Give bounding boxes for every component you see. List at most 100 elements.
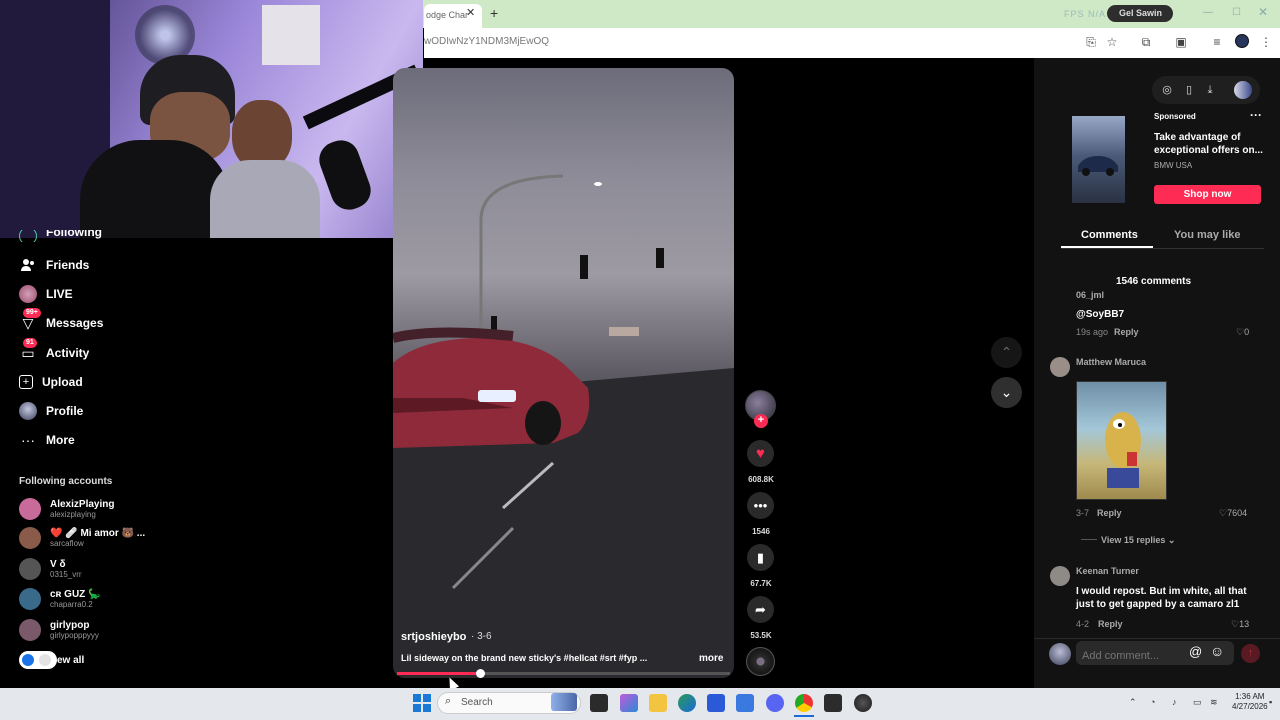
- like-button[interactable]: ♥: [747, 440, 774, 467]
- chevron-up-icon[interactable]: ⌃: [1129, 697, 1137, 708]
- wifi-icon[interactable]: ≋: [1210, 697, 1218, 708]
- new-tab-icon[interactable]: +: [490, 5, 498, 21]
- extensions-icon[interactable]: ⧉: [1139, 35, 1153, 49]
- comment-like-button[interactable]: ♡7604: [1219, 508, 1247, 519]
- browser-avatar[interactable]: [1235, 34, 1249, 48]
- sidebar-item-following[interactable]: Following: [19, 230, 102, 242]
- follow-plus-icon[interactable]: +: [754, 414, 768, 428]
- task-view-icon[interactable]: [590, 694, 608, 712]
- caption-more-link[interactable]: more: [699, 653, 723, 664]
- avatar[interactable]: [1050, 357, 1070, 377]
- shop-now-button[interactable]: Shop now: [1154, 185, 1261, 204]
- display-icon[interactable]: ▭: [1193, 697, 1202, 708]
- comment-image[interactable]: [1076, 381, 1167, 500]
- emoji-icon[interactable]: ☺: [1210, 643, 1224, 659]
- comment-username[interactable]: Matthew Maruca: [1076, 357, 1146, 367]
- download-icon[interactable]: ⤓: [1203, 83, 1217, 97]
- view-all-link[interactable]: ew all: [57, 655, 84, 666]
- account-item[interactable]: AlexizPlaying alexizplaying: [19, 498, 114, 520]
- store-icon[interactable]: [707, 694, 725, 712]
- close-window-icon[interactable]: ✕: [1258, 5, 1268, 19]
- account-item[interactable]: girlypop girlypopppyyy: [19, 619, 99, 641]
- video-date: · 3-6: [471, 631, 492, 642]
- sound-disc-icon[interactable]: [746, 647, 775, 676]
- toggle-dot-icon: [22, 654, 34, 666]
- view-replies-button[interactable]: View 15 replies ⌄: [1101, 535, 1175, 546]
- webcam-overlay: [0, 0, 423, 238]
- compass-icon[interactable]: ◎: [1160, 83, 1174, 97]
- next-video-button[interactable]: ⌄: [991, 377, 1022, 408]
- browser-profile-chip[interactable]: Gel Sawin: [1107, 5, 1173, 22]
- video-progress-fill: [397, 672, 481, 675]
- network-status-icon[interactable]: ◔: [1150, 697, 1155, 707]
- comment-username[interactable]: 06_jml: [1076, 290, 1104, 300]
- sidebar-item-live[interactable]: LIVE: [19, 284, 73, 304]
- comment-time: 3-7: [1076, 508, 1090, 518]
- messages-icon: ▽ 99+: [19, 308, 41, 332]
- device-icon[interactable]: ▯: [1182, 83, 1196, 97]
- sidebar-item-upload[interactable]: + Upload: [19, 372, 83, 392]
- terminal-icon[interactable]: [824, 694, 842, 712]
- chrome-icon[interactable]: [795, 694, 813, 712]
- sidebar-item-activity[interactable]: ▭ 91 Activity: [19, 338, 89, 363]
- browser-menu-icon[interactable]: ⋮: [1259, 35, 1273, 49]
- search-icon: ⌕: [445, 695, 452, 707]
- previous-video-button[interactable]: ⌃: [991, 337, 1022, 368]
- tab-you-may-like[interactable]: You may like: [1174, 229, 1240, 241]
- ad-more-icon[interactable]: ···: [1250, 108, 1262, 122]
- bookmark-star-icon[interactable]: ☆: [1105, 35, 1119, 49]
- microphone-icon[interactable]: ♪: [1172, 697, 1177, 707]
- sidebar-item-messages[interactable]: ▽ 99+ Messages: [19, 308, 103, 333]
- messages-badge: 99+: [23, 308, 41, 318]
- account-item[interactable]: ❤️ 🩹 Mi amor 🐻 ... sarcaflow: [19, 527, 145, 549]
- file-explorer-icon[interactable]: [649, 694, 667, 712]
- activity-icon: ▭ 91: [19, 338, 37, 362]
- avatar: [19, 588, 41, 610]
- reply-button[interactable]: Reply: [1097, 508, 1122, 518]
- comment-like-button[interactable]: ♡13: [1231, 619, 1249, 630]
- sidebar-item-more[interactable]: ··· More: [19, 430, 75, 450]
- sidebar-item-friends[interactable]: Friends: [19, 255, 89, 275]
- user-avatar[interactable]: [1234, 81, 1252, 99]
- tab-comments[interactable]: Comments: [1081, 229, 1138, 241]
- comment-button[interactable]: •••: [747, 492, 774, 519]
- like-count: 608.8K: [748, 475, 774, 484]
- windows-start-icon[interactable]: [413, 694, 431, 712]
- heart-outline-icon: ♡: [1236, 327, 1245, 337]
- account-item[interactable]: V δ 0315_vrr: [19, 558, 82, 580]
- reply-button[interactable]: Reply: [1098, 619, 1123, 629]
- arrow-up-icon: ↑: [1247, 647, 1254, 659]
- reply-button[interactable]: Reply: [1114, 327, 1139, 337]
- ad-title[interactable]: Take advantage of exceptional offers on.…: [1154, 131, 1264, 157]
- install-app-icon[interactable]: ⎘: [1084, 35, 1098, 49]
- reading-list-icon[interactable]: ≡: [1210, 35, 1224, 49]
- search-highlight-image[interactable]: [551, 693, 577, 711]
- comment-like-button[interactable]: ♡0: [1236, 327, 1249, 338]
- ad-image[interactable]: [1072, 116, 1125, 203]
- edge-icon[interactable]: [678, 694, 696, 712]
- obs-icon[interactable]: [854, 694, 872, 712]
- share-button[interactable]: ➦: [747, 596, 774, 623]
- tray-clock[interactable]: 1:36 AM 4/27/2026: [1232, 692, 1268, 712]
- save-button[interactable]: ▮: [747, 544, 774, 571]
- copilot-icon[interactable]: [620, 694, 638, 712]
- avatar[interactable]: [1050, 566, 1070, 586]
- person-jacket: [80, 140, 230, 238]
- sidebar-item-profile[interactable]: Profile: [19, 401, 83, 421]
- media-icon[interactable]: ▣: [1174, 35, 1188, 49]
- video-author[interactable]: srtjoshieybo: [401, 631, 466, 643]
- discord-icon[interactable]: [766, 694, 784, 712]
- activity-badge: 91: [23, 338, 37, 348]
- video-player[interactable]: [393, 68, 734, 678]
- send-comment-button[interactable]: ↑: [1241, 644, 1260, 663]
- url-text[interactable]: wODIwNzY1NDM3MjEwOQ: [424, 36, 549, 47]
- notification-icon[interactable]: ▪: [1269, 697, 1272, 707]
- avatar: [19, 527, 41, 549]
- mail-icon[interactable]: [736, 694, 754, 712]
- mention-icon[interactable]: @: [1189, 644, 1202, 659]
- account-item[interactable]: cʀ GUZ 🦕 chaparra0.2: [19, 588, 101, 610]
- maximize-icon[interactable]: ☐: [1232, 7, 1241, 18]
- comment-username[interactable]: Keenan Turner: [1076, 566, 1139, 576]
- close-tab-icon[interactable]: ✕: [466, 6, 475, 19]
- minimize-icon[interactable]: —: [1203, 7, 1213, 18]
